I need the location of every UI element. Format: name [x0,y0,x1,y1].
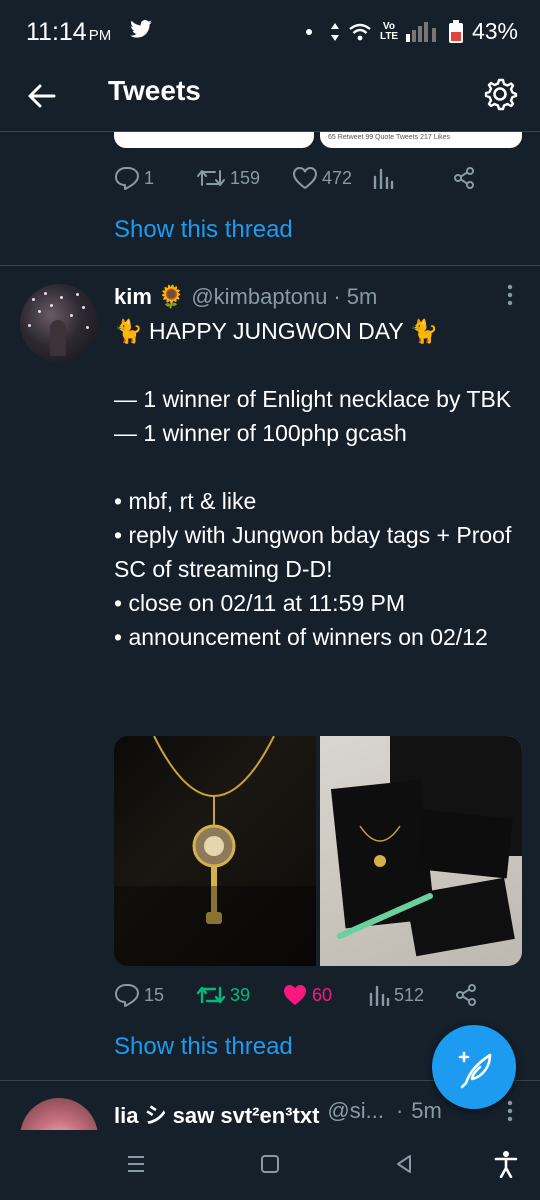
battery-icon [448,19,463,43]
retweet-count: 39 [230,984,251,1005]
show-thread-link[interactable]: Show this thread [114,216,293,244]
tweet-line: — 1 winner of 100php gcash [114,420,407,446]
app-header: Tweets [0,62,540,132]
quoted-card-right: 65 Retweet 99 Quote Tweets 217 Likes [320,132,522,148]
tweet-line: • reply with Jungwon bday tags + Proof S… [114,522,512,582]
retweet-icon [196,986,226,1004]
reply-button[interactable]: 1 [114,166,196,190]
reply-count: 1 [144,167,155,188]
dot-icon [305,28,312,35]
tweet-line: • mbf, rt & like [114,488,257,514]
separator-dot: · [395,1098,404,1123]
page-title: Tweets [108,75,201,106]
separator-dot: · [333,284,341,309]
reply-icon [115,984,139,1007]
tweet-header: kim 🌻 @kimbaptonu · 5m [114,284,377,310]
share-button[interactable] [452,166,476,190]
quoted-media-strip[interactable]: 65 Retweet 99 Quote Tweets 217 Likes [114,132,522,148]
tweet-line: • close on 02/11 at 11:59 PM [114,590,406,616]
like-count: 472 [322,167,353,188]
accessibility-icon[interactable] [494,1150,518,1178]
recent-apps-icon[interactable] [126,1154,146,1174]
show-thread-link[interactable]: Show this thread [114,1033,293,1061]
data-arrows-icon [330,22,339,41]
retweet-button[interactable]: 39 [196,984,282,1006]
views-count: 512 [394,984,425,1005]
retweet-button[interactable]: 159 [196,167,292,189]
battery-percent: 43% [471,18,518,44]
retweet-icon [197,170,225,186]
name-emoji: 🌻 [157,284,186,309]
tweet-text: 🐈 HAPPY JUNGWON DAY 🐈 — 1 winner of Enli… [114,314,514,654]
divider [0,265,540,266]
user-handle[interactable]: @si... [327,1098,384,1130]
like-count: 60 [312,984,333,1005]
retweet-count: 159 [230,167,261,188]
signal-icon [405,21,436,42]
like-button[interactable]: 472 [292,166,372,190]
reply-button[interactable]: 15 [114,983,196,1007]
giftbox-photo[interactable] [320,736,522,966]
more-options-button[interactable] [506,284,514,306]
back-nav-icon[interactable] [394,1154,414,1174]
views-button[interactable] [372,167,452,189]
avatar[interactable] [20,284,98,362]
back-button[interactable] [24,78,60,114]
wifi-icon [349,23,371,40]
display-name[interactable]: lia シ saw svt²en³txt [114,1098,319,1130]
views-icon [373,168,394,189]
home-icon[interactable] [260,1154,280,1174]
views-button[interactable]: 512 [368,984,454,1006]
compose-tweet-button[interactable] [432,1025,516,1109]
tweet-header: lia シ saw svt²en³txt @si... · 5m [114,1098,442,1130]
gear-icon [484,78,518,111]
user-handle[interactable]: @kimbaptonu [191,284,327,310]
compose-feather-icon [458,1051,492,1089]
arrow-left-icon [28,84,56,108]
display-name[interactable]: kim [114,284,152,310]
share-button[interactable] [454,983,478,1007]
tweet-time[interactable]: 5m [347,284,378,310]
tweet-line: 🐈 HAPPY JUNGWON DAY 🐈 [114,318,439,344]
system-nav-bar [0,1130,540,1200]
status-time: 11:14 PM [26,18,112,46]
necklace-photo[interactable] [114,736,316,966]
status-bar: 11:14 PM Vo LTE 43% [0,0,540,62]
tweet-actions: 15 39 60 512 [114,983,478,1007]
tweet-line: — 1 winner of Enlight necklace by TBK [114,386,512,412]
heart-icon [293,167,317,189]
volte-label: Vo LTE [379,20,399,42]
tweet-actions: 1 159 472 [114,166,476,190]
quoted-card-left [114,132,314,148]
more-vertical-icon [507,284,513,306]
like-button[interactable]: 60 [282,983,368,1007]
share-icon [454,167,474,189]
reply-count: 15 [144,984,165,1005]
views-icon [369,985,390,1006]
twitter-bird-icon [130,20,152,43]
tweet-line: • announcement of winners on 02/12 [114,624,488,650]
status-icons: Vo LTE 43% [305,18,518,45]
tweet-media[interactable] [114,736,522,966]
settings-button[interactable] [480,74,520,114]
heart-filled-icon [284,985,306,1005]
share-icon [456,984,476,1006]
reply-icon [115,167,139,190]
